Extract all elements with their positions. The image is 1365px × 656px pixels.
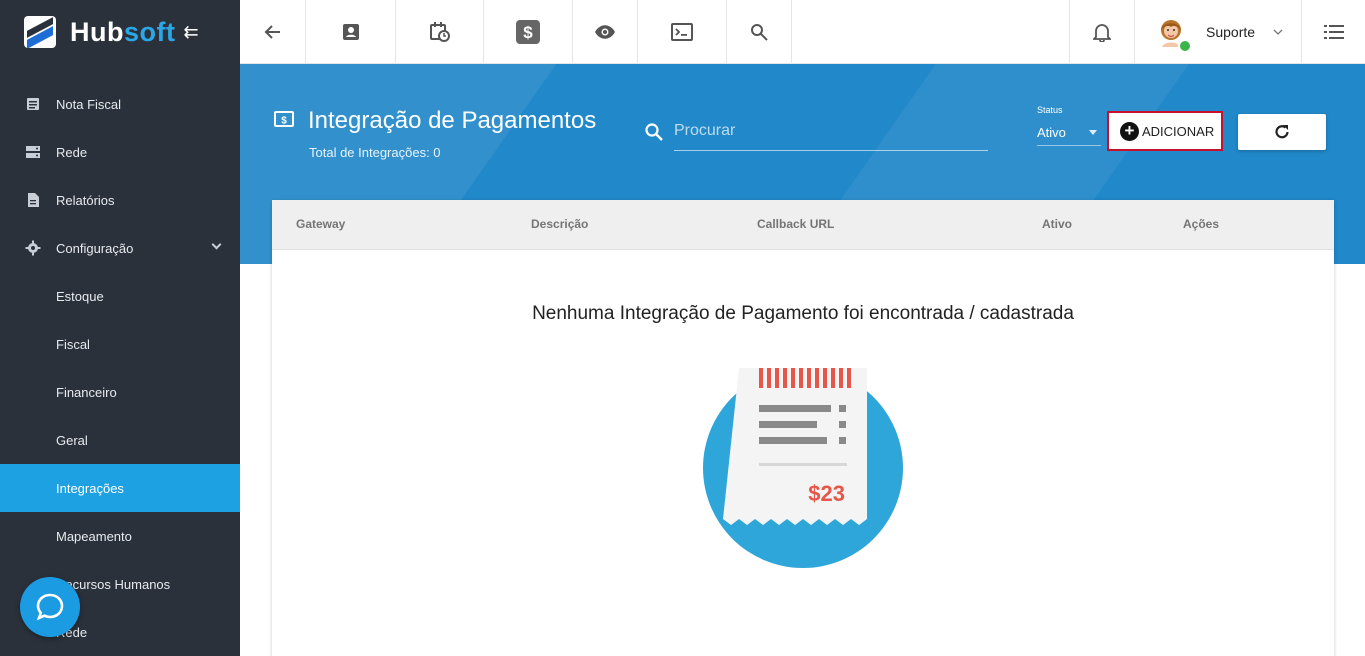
column-header-descricao[interactable]: Descrição xyxy=(531,217,588,231)
online-status-icon xyxy=(1178,39,1192,53)
receipt-amount: $23 xyxy=(808,481,845,506)
sidebar-item-geral[interactable]: Geral xyxy=(0,416,240,464)
server-icon xyxy=(26,146,40,158)
integrations-table-card: Gateway Descrição Callback URL Ativo Açõ… xyxy=(272,200,1334,656)
sidebar-item-financeiro[interactable]: Financeiro xyxy=(0,368,240,416)
back-button[interactable] xyxy=(240,0,306,64)
gear-icon xyxy=(25,240,41,256)
svg-text:$: $ xyxy=(523,23,533,42)
dollar-icon: $ xyxy=(516,20,540,44)
sidebar-item-relatorios[interactable]: Relatórios xyxy=(0,176,240,224)
avatar xyxy=(1156,17,1192,53)
hubsoft-logo-icon xyxy=(24,16,56,48)
status-select[interactable]: Ativo xyxy=(1037,121,1101,146)
empty-state-message: Nenhuma Integração de Pagamento foi enco… xyxy=(532,303,1074,324)
collapse-sidebar-icon[interactable]: ⇇ xyxy=(183,22,198,43)
list-icon xyxy=(1323,25,1344,39)
search-underline xyxy=(674,150,988,151)
user-menu[interactable]: Suporte xyxy=(1135,0,1302,64)
calendar-clock-icon xyxy=(429,22,450,42)
sidebar-item-integracoes[interactable]: Integrações xyxy=(0,464,240,512)
chat-button[interactable] xyxy=(20,577,80,637)
schedule-button[interactable] xyxy=(396,0,484,64)
top-bar: $ Suporte xyxy=(240,0,1365,64)
refresh-button[interactable] xyxy=(1238,114,1326,150)
sidebar-item-label: Estoque xyxy=(56,288,104,304)
sidebar-item-configuracao[interactable]: Configuração xyxy=(0,224,240,272)
add-button[interactable]: + ADICIONAR xyxy=(1107,111,1223,151)
sidebar-item-label: Configuração xyxy=(56,240,134,256)
plus-circle-icon: + xyxy=(1120,121,1139,141)
sidebar-item-label: Integrações xyxy=(56,480,124,496)
user-name: Suporte xyxy=(1206,24,1256,40)
column-header-acoes: Ações xyxy=(1183,217,1220,231)
back-arrow-icon xyxy=(264,25,280,39)
column-header-ativo[interactable]: Ativo xyxy=(1042,217,1072,231)
sidebar: Hubsoft ⇇ Nota Fiscal Rede Relatórios Co… xyxy=(0,0,240,656)
sidebar-item-rede[interactable]: Rede xyxy=(0,128,240,176)
column-header-callback-url[interactable]: Callback URL xyxy=(757,217,834,231)
sidebar-item-label: Relatórios xyxy=(56,192,115,208)
chat-bubble-icon xyxy=(36,593,64,621)
search-input[interactable]: Procurar xyxy=(674,122,735,140)
brand: Hubsoft ⇇ xyxy=(0,0,240,64)
sidebar-item-label: Nota Fiscal xyxy=(56,96,122,112)
sidebar-item-label: Fiscal xyxy=(56,336,90,352)
terminal-icon xyxy=(671,23,693,41)
caret-down-icon xyxy=(1089,130,1097,135)
global-search-button[interactable] xyxy=(727,0,792,64)
refresh-icon xyxy=(1275,125,1289,139)
terminal-button[interactable] xyxy=(638,0,727,64)
sidebar-item-nota-fiscal[interactable]: Nota Fiscal xyxy=(0,80,240,128)
column-header-gateway[interactable]: Gateway xyxy=(296,217,345,231)
bell-icon xyxy=(1093,24,1111,42)
sidebar-item-mapeamento[interactable]: Mapeamento xyxy=(0,512,240,560)
sidebar-item-label: Geral xyxy=(56,432,88,448)
contact-card-icon xyxy=(342,24,359,40)
sidebar-item-label: Financeiro xyxy=(56,384,117,400)
integrations-count: Total de Integrações: 0 xyxy=(309,145,441,160)
receipt-illustration: $23 xyxy=(703,368,903,568)
search-icon xyxy=(645,123,663,141)
notifications-button[interactable] xyxy=(1069,0,1135,64)
status-value: Ativo xyxy=(1037,125,1066,140)
table-header: Gateway Descrição Callback URL Ativo Açõ… xyxy=(272,200,1334,250)
eye-icon xyxy=(595,25,615,39)
sidebar-item-label: Rede xyxy=(56,144,88,160)
page-title: Integração de Pagamentos xyxy=(308,107,597,134)
chevron-down-icon xyxy=(211,239,222,250)
file-icon xyxy=(28,193,39,207)
search-icon xyxy=(751,24,768,41)
add-button-label: ADICIONAR xyxy=(1142,123,1215,139)
chevron-down-icon xyxy=(1273,29,1283,35)
contacts-button[interactable] xyxy=(306,0,396,64)
view-button[interactable] xyxy=(573,0,638,64)
sidebar-item-estoque[interactable]: Estoque xyxy=(0,272,240,320)
status-label: Status xyxy=(1037,105,1063,115)
main-menu-button[interactable] xyxy=(1302,0,1365,64)
payment-icon: $ xyxy=(274,111,294,127)
sidebar-item-label: Mapeamento xyxy=(56,528,132,544)
brand-name: Hubsoft xyxy=(70,16,176,47)
sidebar-item-fiscal[interactable]: Fiscal xyxy=(0,320,240,368)
document-icon xyxy=(27,98,39,110)
svg-text:$: $ xyxy=(281,116,287,127)
financial-button[interactable]: $ xyxy=(484,0,573,64)
